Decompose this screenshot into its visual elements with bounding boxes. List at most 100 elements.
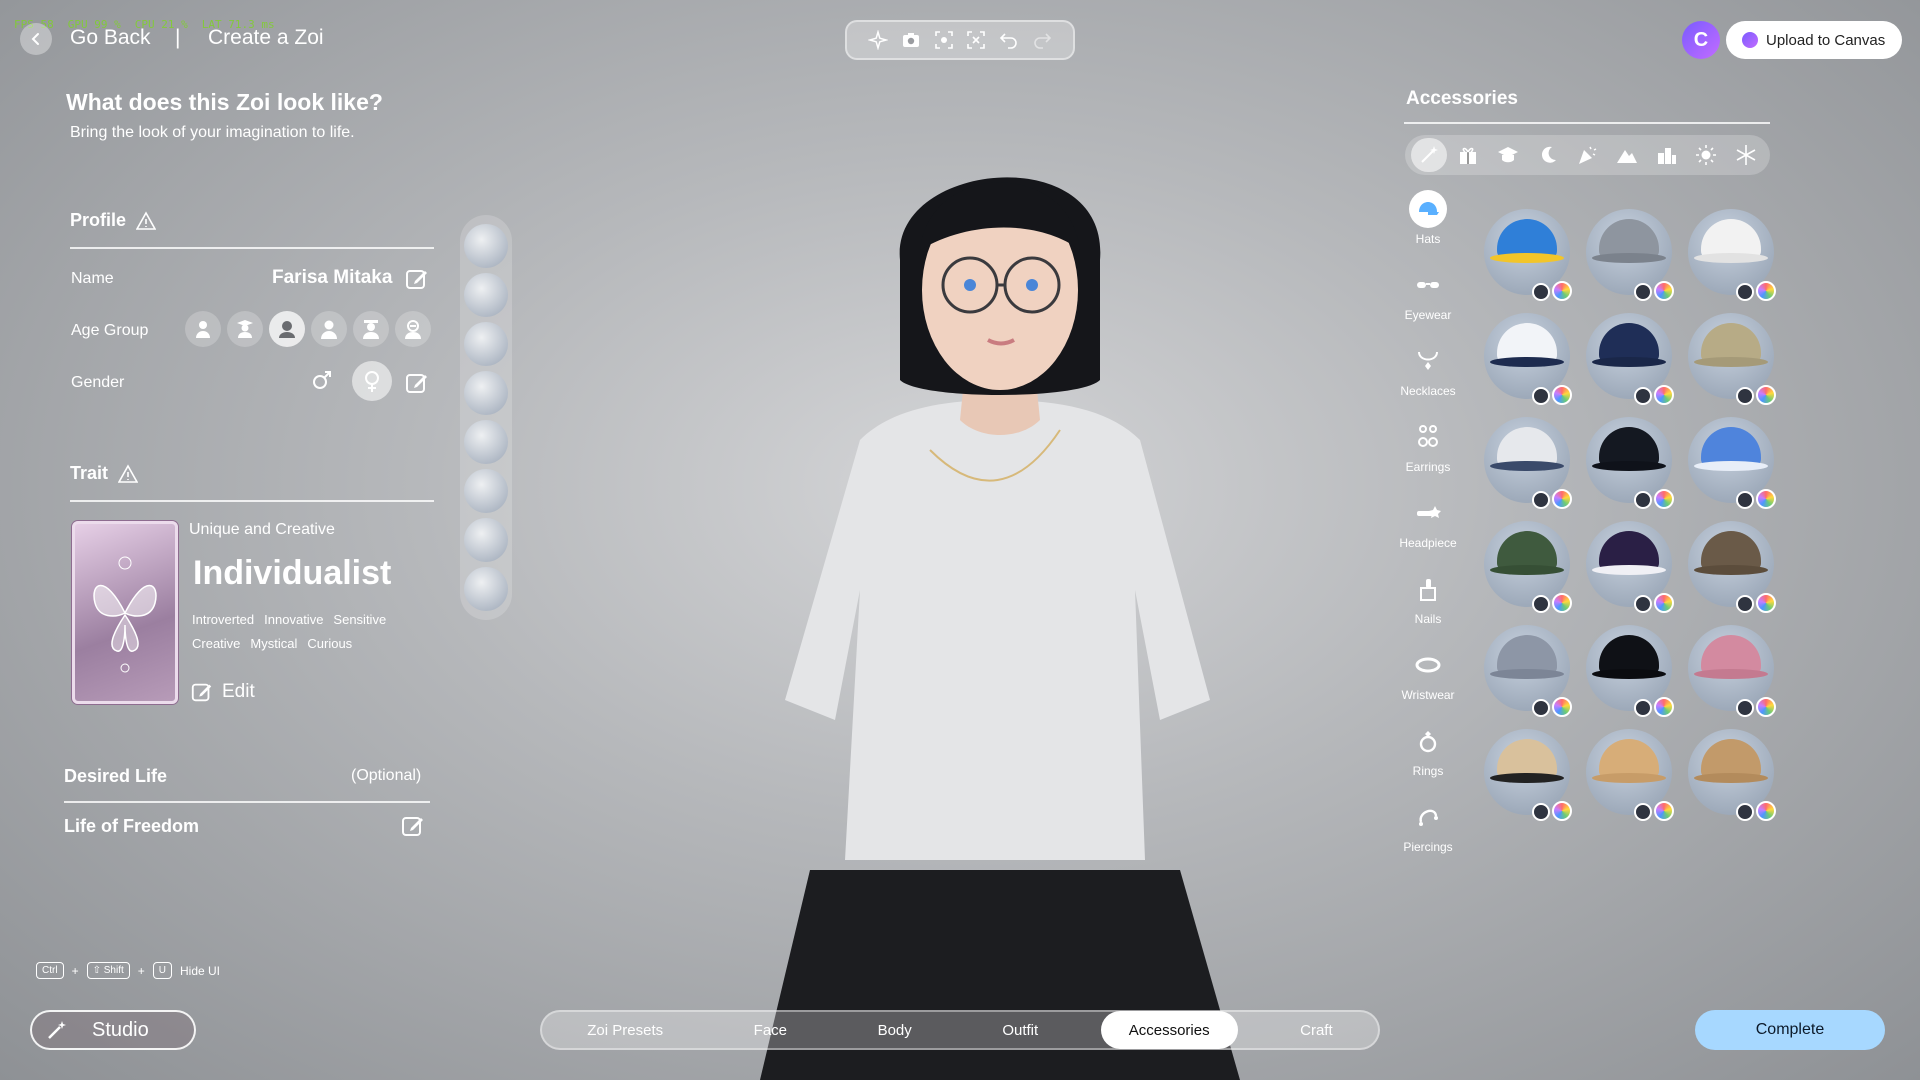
slot-top[interactable]	[464, 223, 508, 268]
focus-icon[interactable]	[964, 28, 988, 52]
edit-desired-life-icon[interactable]	[400, 813, 426, 839]
hat-item[interactable]	[1484, 521, 1572, 613]
color-picker-icon[interactable]	[1654, 489, 1674, 509]
hat-item[interactable]	[1586, 729, 1674, 821]
studio-button[interactable]: Studio	[30, 1010, 196, 1050]
moon-icon[interactable]	[1530, 138, 1566, 172]
image-badge-icon[interactable]	[1532, 595, 1550, 613]
tab-outfit[interactable]: Outfit	[974, 1011, 1066, 1049]
color-picker-icon[interactable]	[1654, 697, 1674, 717]
image-badge-icon[interactable]	[1736, 387, 1754, 405]
image-badge-icon[interactable]	[1532, 491, 1550, 509]
color-picker-icon[interactable]	[1654, 801, 1674, 821]
category-hats[interactable]: Hats	[1392, 190, 1464, 266]
color-picker-icon[interactable]	[1756, 697, 1776, 717]
party-icon[interactable]	[1569, 138, 1605, 172]
gift-icon[interactable]	[1450, 138, 1486, 172]
slot-bracelet[interactable]	[464, 518, 508, 563]
color-picker-icon[interactable]	[1756, 281, 1776, 301]
color-picker-icon[interactable]	[1756, 385, 1776, 405]
image-badge-icon[interactable]	[1736, 595, 1754, 613]
slot-bottom[interactable]	[464, 272, 508, 317]
color-picker-icon[interactable]	[1552, 385, 1572, 405]
age-elder-button[interactable]	[395, 311, 431, 347]
color-picker-icon[interactable]	[1756, 489, 1776, 509]
edit-name-icon[interactable]	[404, 266, 430, 292]
hat-item[interactable]	[1688, 521, 1776, 613]
category-wristwear[interactable]: Wristwear	[1392, 646, 1464, 722]
category-rings[interactable]: Rings	[1392, 722, 1464, 798]
slot-glasses[interactable]	[464, 567, 508, 612]
image-badge-icon[interactable]	[1532, 387, 1550, 405]
snowflake-icon[interactable]	[1728, 138, 1764, 172]
all-icon[interactable]	[1410, 138, 1447, 172]
hat-item[interactable]	[1586, 521, 1674, 613]
image-badge-icon[interactable]	[1736, 699, 1754, 717]
upload-to-canvas-button[interactable]: Upload to Canvas	[1726, 21, 1902, 59]
image-badge-icon[interactable]	[1736, 283, 1754, 301]
category-piercings[interactable]: Piercings	[1392, 798, 1464, 874]
tab-face[interactable]: Face	[726, 1011, 815, 1049]
tab-accessories[interactable]: Accessories	[1100, 1011, 1238, 1049]
slot-shoes[interactable]	[464, 321, 508, 366]
image-badge-icon[interactable]	[1532, 283, 1550, 301]
canvas-logo[interactable]: C	[1682, 21, 1720, 59]
edit-trait-button[interactable]: Edit	[190, 680, 255, 704]
image-badge-icon[interactable]	[1634, 283, 1652, 301]
gender-male-button[interactable]	[306, 364, 338, 396]
city-icon[interactable]	[1649, 138, 1685, 172]
color-picker-icon[interactable]	[1552, 801, 1572, 821]
category-headpiece[interactable]: Headpiece	[1392, 494, 1464, 570]
image-badge-icon[interactable]	[1634, 699, 1652, 717]
hat-item[interactable]	[1586, 417, 1674, 509]
image-badge-icon[interactable]	[1634, 803, 1652, 821]
hat-item[interactable]	[1586, 209, 1674, 301]
slot-innerwear[interactable]	[464, 370, 508, 415]
frame-capture-icon[interactable]	[932, 28, 956, 52]
hat-item[interactable]	[1484, 209, 1572, 301]
slot-necklace[interactable]	[464, 469, 508, 514]
image-badge-icon[interactable]	[1736, 491, 1754, 509]
hat-item[interactable]	[1688, 417, 1776, 509]
edit-gender-icon[interactable]	[404, 370, 430, 396]
age-child-button[interactable]	[185, 311, 221, 347]
tab-zoi-presets[interactable]: Zoi Presets	[559, 1011, 691, 1049]
hat-item[interactable]	[1484, 625, 1572, 717]
hat-item[interactable]	[1586, 313, 1674, 405]
image-badge-icon[interactable]	[1634, 595, 1652, 613]
image-badge-icon[interactable]	[1532, 699, 1550, 717]
age-adult-button[interactable]	[311, 311, 347, 347]
tab-body[interactable]: Body	[850, 1011, 940, 1049]
color-picker-icon[interactable]	[1552, 593, 1572, 613]
gender-female-button[interactable]	[352, 361, 392, 401]
character-preview[interactable]	[740, 140, 1260, 1080]
color-picker-icon[interactable]	[1756, 593, 1776, 613]
hat-item[interactable]	[1688, 313, 1776, 405]
color-picker-icon[interactable]	[1654, 593, 1674, 613]
hat-item[interactable]	[1484, 729, 1572, 821]
image-badge-icon[interactable]	[1634, 491, 1652, 509]
tab-craft[interactable]: Craft	[1272, 1011, 1361, 1049]
hat-item[interactable]	[1484, 313, 1572, 405]
go-back-link[interactable]: Go Back	[70, 26, 151, 50]
category-nails[interactable]: Nails	[1392, 570, 1464, 646]
image-badge-icon[interactable]	[1736, 803, 1754, 821]
undo-icon[interactable]	[997, 28, 1021, 52]
age-middle-aged-button[interactable]	[353, 311, 389, 347]
age-young-button[interactable]	[227, 311, 263, 347]
graduation-cap-icon[interactable]	[1490, 138, 1526, 172]
hat-item[interactable]	[1688, 729, 1776, 821]
color-picker-icon[interactable]	[1756, 801, 1776, 821]
hat-item[interactable]	[1688, 625, 1776, 717]
category-eyewear[interactable]: Eyewear	[1392, 266, 1464, 342]
hat-item[interactable]	[1586, 625, 1674, 717]
color-picker-icon[interactable]	[1552, 697, 1572, 717]
sparkle-icon[interactable]	[866, 28, 890, 52]
category-earrings[interactable]: Earrings	[1392, 418, 1464, 494]
sun-icon[interactable]	[1688, 138, 1724, 172]
color-picker-icon[interactable]	[1552, 281, 1572, 301]
hat-item[interactable]	[1688, 209, 1776, 301]
mountain-icon[interactable]	[1609, 138, 1645, 172]
back-button[interactable]	[20, 23, 52, 55]
category-necklaces[interactable]: Necklaces	[1392, 342, 1464, 418]
